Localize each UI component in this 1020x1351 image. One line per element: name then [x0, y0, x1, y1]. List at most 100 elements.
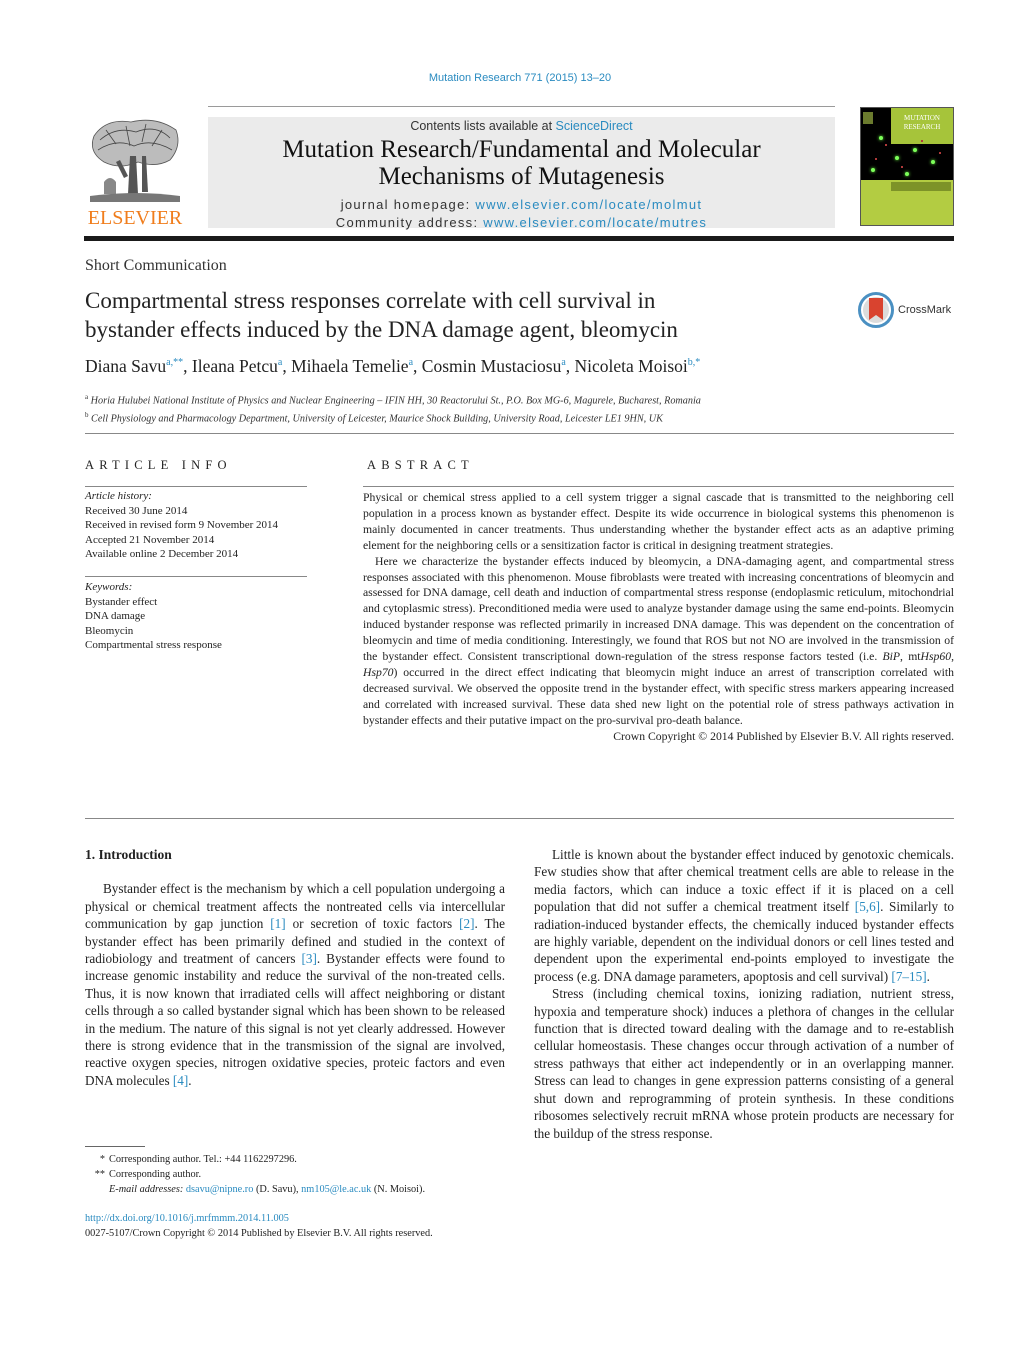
- footnote-mark: **: [94, 1169, 105, 1180]
- affiliation-divider: [85, 433, 954, 434]
- author-name[interactable]: Cosmin Mustaciosu: [422, 356, 562, 376]
- cover-cell-dot: [905, 172, 909, 176]
- cover-cell-dot: [895, 156, 899, 160]
- article-history-label: Article history:: [85, 490, 152, 502]
- cover-cell-dot: [931, 160, 935, 164]
- community-link[interactable]: www.elsevier.com/locate/mutres: [483, 215, 707, 230]
- email-link[interactable]: dsavu@nipne.ro: [186, 1184, 254, 1195]
- article-history: Article history: Received 30 June 2014 R…: [85, 489, 278, 562]
- cover-title-line2: RESEARCH: [903, 123, 941, 131]
- contents-line: Contents lists available at ScienceDirec…: [208, 119, 835, 133]
- elsevier-wordmark: ELSEVIER: [87, 207, 183, 229]
- journal-title: Mutation Research/Fundamental and Molecu…: [208, 136, 835, 190]
- cover-subtitle-band: [891, 182, 951, 191]
- cover-cell-dot: [939, 152, 941, 154]
- reference-link[interactable]: [4]: [173, 1073, 188, 1088]
- journal-citation-link[interactable]: Mutation Research 771 (2015) 13–20: [0, 72, 1020, 84]
- header-divider: [208, 106, 835, 107]
- body-text: .: [188, 1072, 192, 1088]
- cover-cell-dot: [913, 148, 917, 152]
- author-name[interactable]: Nicoleta Moisoi: [575, 356, 688, 376]
- keyword-item: Bystander effect: [85, 595, 158, 608]
- abstract-paragraph: Physical or chemical stress applied to a…: [363, 491, 954, 552]
- gene-name: BiP: [882, 650, 901, 664]
- author-name[interactable]: Mihaela Temelie: [291, 356, 409, 376]
- journal-homepage-line: journal homepage: www.elsevier.com/locat…: [208, 196, 835, 214]
- reference-link[interactable]: [3]: [302, 951, 317, 966]
- journal-cover-image[interactable]: MUTATION RESEARCH: [860, 107, 954, 226]
- body-paragraph: Stress (including chemical toxins, ioniz…: [534, 986, 954, 1141]
- author-affiliation-mark[interactable]: a: [409, 357, 413, 368]
- cover-publisher-stamp: [863, 112, 873, 124]
- history-item: Received in revised form 9 November 2014: [85, 519, 279, 531]
- article-title-line2: bystander effects induced by the DNA dam…: [85, 317, 678, 342]
- keywords-divider: [85, 576, 307, 577]
- cover-cell-dot: [885, 144, 887, 146]
- doi-link[interactable]: http://dx.doi.org/10.1016/j.mrfmmm.2014.…: [85, 1211, 433, 1226]
- affiliation-text: Cell Physiology and Pharmacology Departm…: [91, 413, 663, 425]
- reference-link[interactable]: [1]: [270, 916, 285, 931]
- affiliation-item: a Horia Hulubei National Institute of Ph…: [85, 390, 701, 408]
- keyword-item: Bleomycin: [85, 624, 134, 637]
- cover-cell-dot: [875, 158, 877, 160]
- contents-prefix: Contents lists available at: [410, 119, 556, 133]
- crossmark-button[interactable]: CrossMark: [858, 292, 958, 328]
- cover-title-line1: MUTATION: [904, 114, 940, 122]
- abstract-heading: ABSTRACT: [367, 458, 474, 472]
- email-owner: (D. Savu),: [253, 1184, 302, 1195]
- email-link[interactable]: nm105@le.ac.uk: [301, 1184, 371, 1195]
- email-owner: (N. Moisoi).: [371, 1184, 426, 1195]
- footnotes: * Corresponding author. Tel.: +44 1162297…: [85, 1152, 425, 1197]
- abstract-divider: [363, 486, 954, 487]
- footnote-item: ** Corresponding author.: [85, 1167, 425, 1182]
- affiliation-text: Horia Hulubei National Institute of Phys…: [90, 395, 701, 407]
- abstract-text: Here we characterize the bystander effec…: [363, 554, 954, 664]
- keyword-item: DNA damage: [85, 610, 146, 622]
- reference-link[interactable]: [2]: [459, 916, 474, 931]
- crossmark-label: CrossMark: [898, 304, 952, 316]
- journal-title-line2: Mechanisms of Mutagenesis: [378, 163, 665, 190]
- keywords: Keywords: Bystander effect DNA damage Bl…: [85, 580, 222, 653]
- body-divider: [85, 818, 954, 819]
- article-title: Compartmental stress responses correlate…: [85, 286, 825, 344]
- footnote-text: Corresponding author. Tel.: +44 11622972…: [109, 1154, 297, 1165]
- homepage-link[interactable]: www.elsevier.com/locate/molmut: [475, 197, 702, 212]
- footnote-text: Corresponding author.: [109, 1169, 202, 1180]
- author-affiliation-mark[interactable]: a: [561, 357, 565, 368]
- author-affiliation-mark[interactable]: a,**: [166, 357, 183, 368]
- author-affiliation-mark[interactable]: a: [278, 357, 282, 368]
- issn-copyright: 0027-5107/Crown Copyright © 2014 Publish…: [85, 1228, 433, 1239]
- cover-cell-dot: [921, 140, 923, 142]
- history-item: Available online 2 December 2014: [85, 548, 239, 560]
- elsevier-tree-icon: [86, 116, 184, 206]
- body-text: . Bystander effects were found to increa…: [85, 951, 505, 1088]
- abstract-text: ,: [951, 650, 954, 664]
- reference-link[interactable]: [5,6]: [855, 899, 880, 914]
- abstract-paragraph: Here we characterize the bystander effec…: [363, 554, 954, 729]
- cover-title: MUTATION RESEARCH: [893, 114, 951, 132]
- keyword-item: Compartmental stress response: [85, 639, 222, 651]
- footnote-item: * Corresponding author. Tel.: +44 1162297…: [85, 1152, 425, 1167]
- author-name[interactable]: Ileana Petcu: [192, 356, 278, 376]
- affiliation-item: b Cell Physiology and Pharmacology Depar…: [85, 408, 701, 426]
- reference-link[interactable]: [7–15]: [891, 969, 926, 984]
- cover-cell-dot: [879, 136, 883, 140]
- journal-header-band: Contents lists available at ScienceDirec…: [208, 117, 835, 230]
- author-affiliation-mark[interactable]: b,*: [688, 357, 701, 368]
- article-info-divider: [85, 486, 307, 487]
- journal-title-line1: Mutation Research/Fundamental and Molecu…: [282, 136, 761, 163]
- abstract-body: Physical or chemical stress applied to a…: [363, 490, 954, 745]
- email-addresses: E-mail addresses: dsavu@nipne.ro (D. Sav…: [85, 1182, 425, 1197]
- elsevier-logo[interactable]: ELSEVIER: [84, 116, 186, 228]
- affiliations: a Horia Hulubei National Institute of Ph…: [85, 390, 701, 427]
- author-list: Diana Savua,**, Ileana Petcua, Mihaela T…: [85, 356, 701, 376]
- homepage-label: journal homepage:: [340, 197, 476, 212]
- article-title-line1: Compartmental stress responses correlate…: [85, 288, 656, 313]
- community-label: Community address:: [335, 215, 484, 230]
- sciencedirect-link[interactable]: ScienceDirect: [556, 119, 633, 133]
- article-info-heading: ARTICLE INFO: [85, 458, 232, 472]
- body-paragraph: Little is known about the bystander effe…: [534, 846, 954, 985]
- abstract-text: ) occurred in the direct effect indicati…: [363, 665, 954, 727]
- author-name[interactable]: Diana Savu: [85, 356, 166, 376]
- community-address-line: Community address: www.elsevier.com/loca…: [208, 214, 835, 232]
